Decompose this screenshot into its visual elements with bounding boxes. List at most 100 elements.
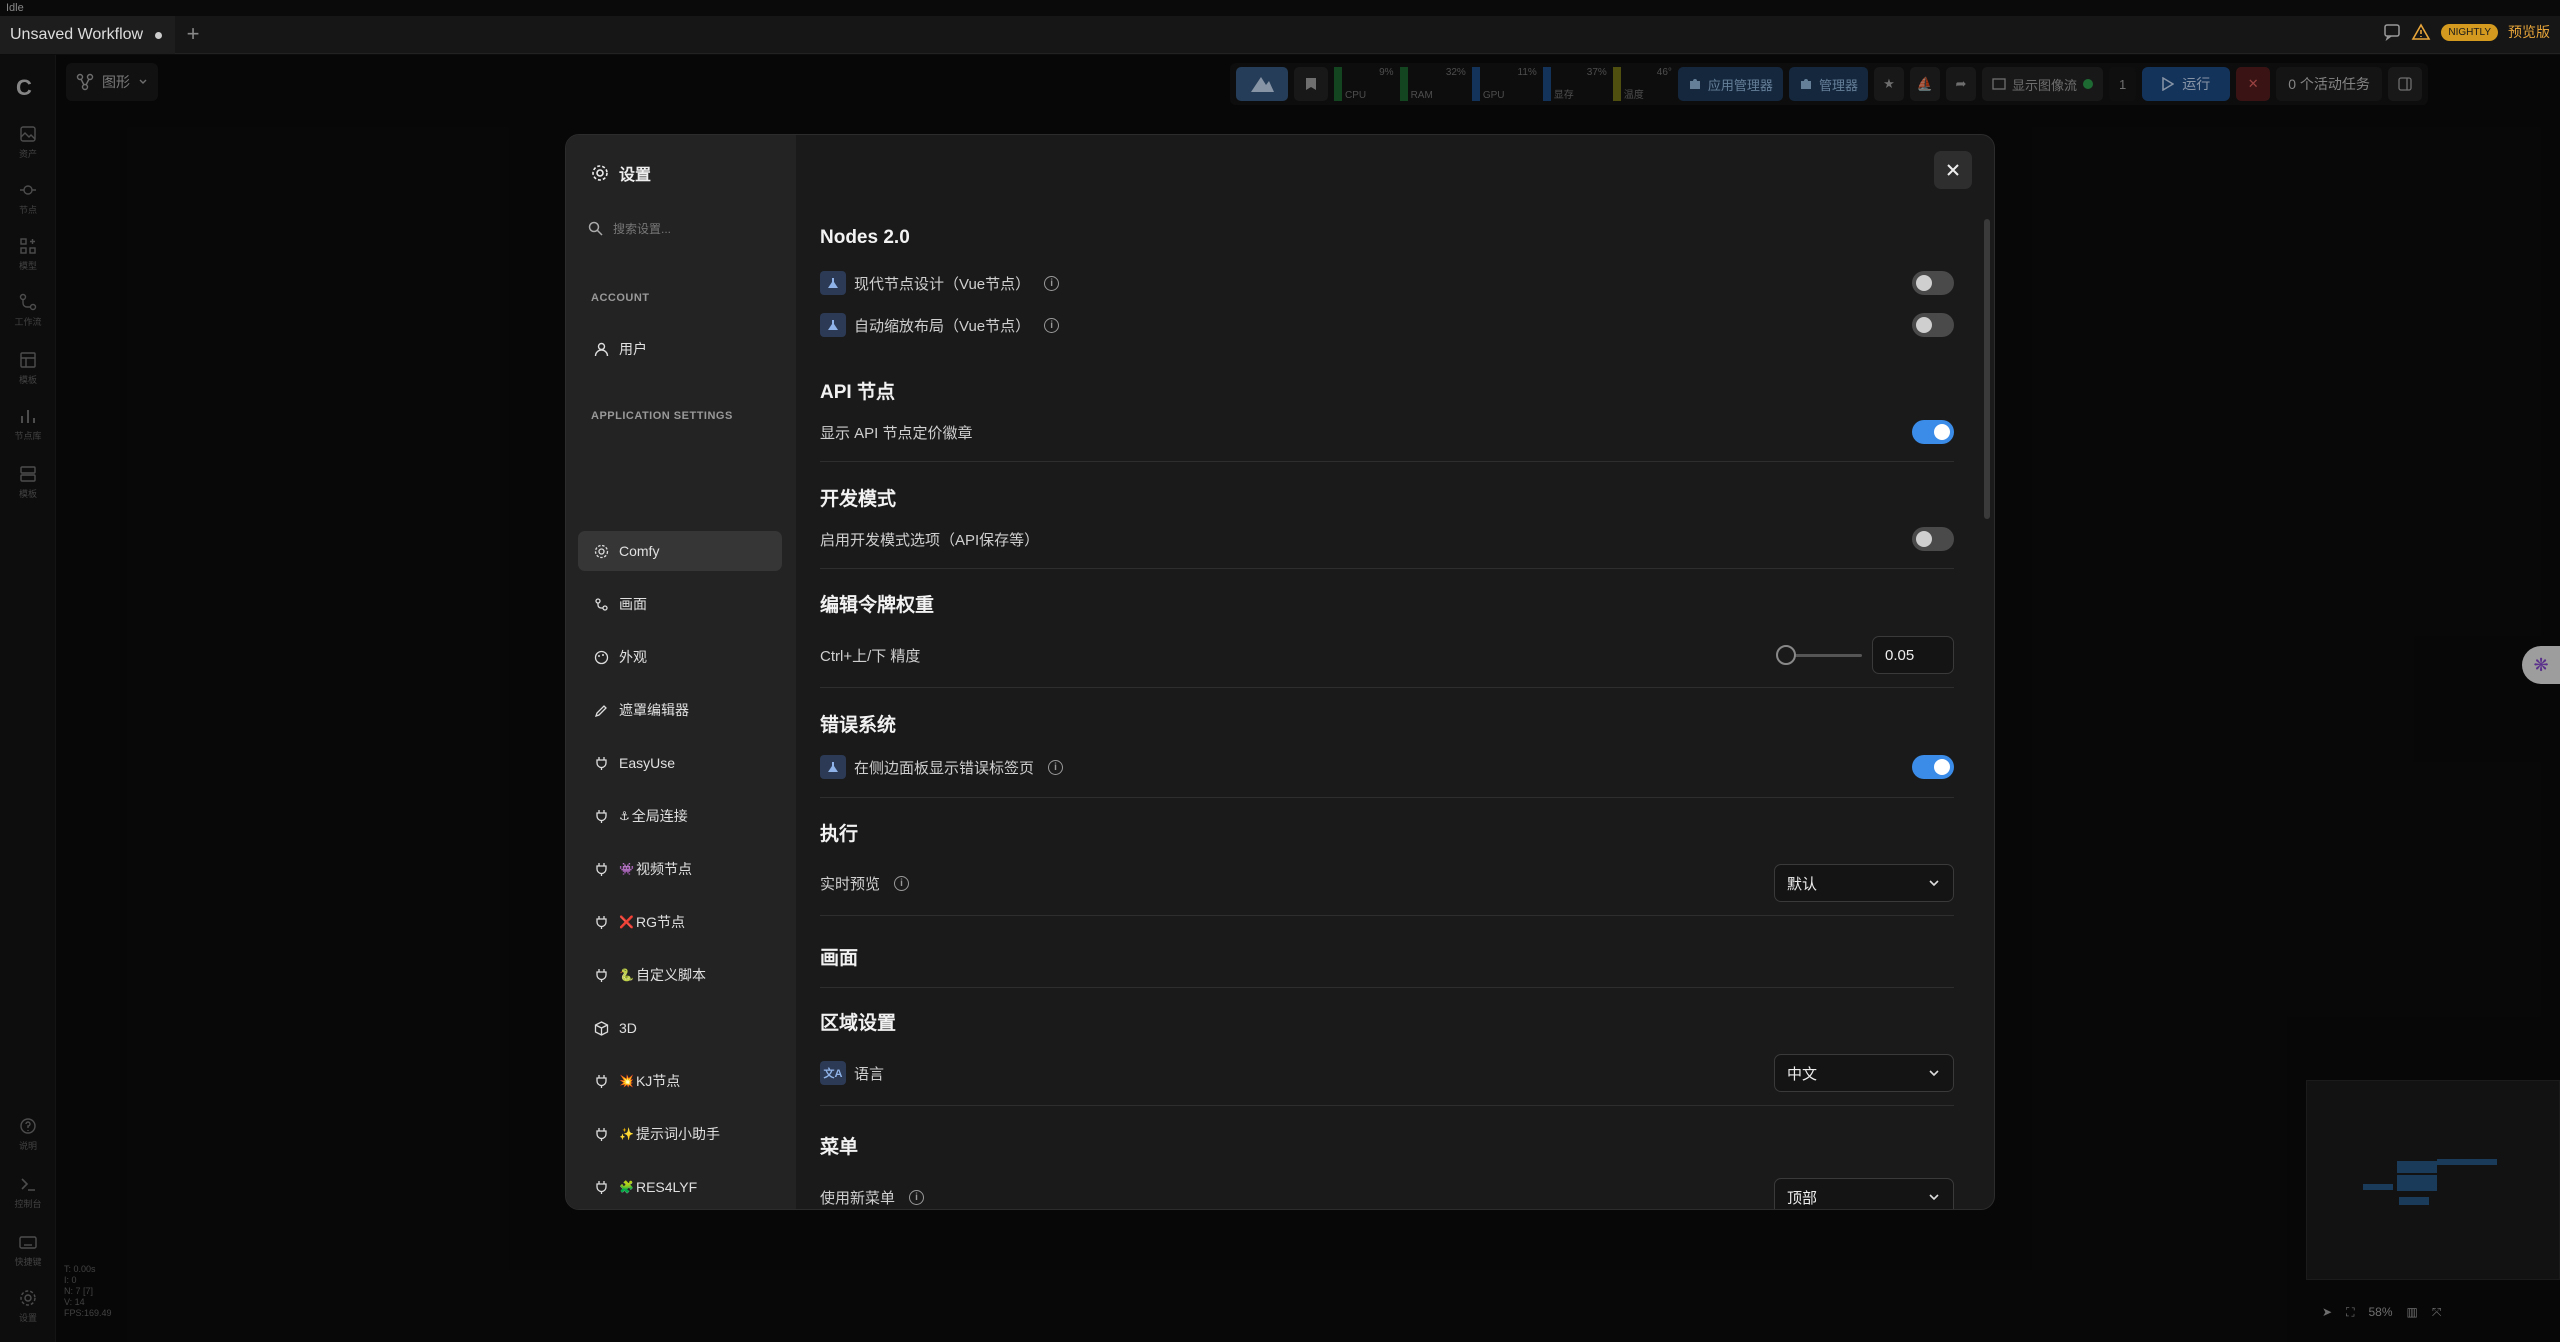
settings-nav-label: Comfy [619, 543, 660, 559]
divider [820, 915, 1954, 916]
settings-nav-item[interactable]: Comfy [578, 531, 782, 571]
settings-content: Nodes 2.0 现代节点设计（Vue节点） i 自动缩放布局（Vue节点） … [796, 135, 1994, 1209]
setting-label: 实时预览 [820, 875, 881, 893]
precision-slider[interactable] [1776, 645, 1862, 665]
settings-nav-item[interactable]: 🐍 自定义脚本 [578, 955, 782, 995]
settings-nav-item[interactable]: 👾 视频节点 [578, 849, 782, 889]
error-tab-toggle[interactable] [1912, 755, 1954, 779]
setting-label: 在侧边面板显示错误标签页 [854, 759, 1035, 777]
close-icon [1947, 164, 1959, 176]
nav-emoji-icon: ✨ [619, 1127, 634, 1141]
divider [820, 1105, 1954, 1106]
gear-icon [592, 165, 608, 181]
autoscale-layout-toggle[interactable] [1912, 313, 1954, 337]
warning-icon[interactable] [2411, 23, 2431, 41]
settings-nav-item[interactable]: 外观 [578, 637, 782, 677]
live-preview-select[interactable]: 默认 [1774, 864, 1954, 902]
chevron-down-icon [1929, 880, 1939, 887]
settings-nav-label: 外观 [619, 649, 647, 665]
setting-new-menu: 使用新菜单 i 顶部 [820, 1178, 1954, 1209]
setting-label: 现代节点设计（Vue节点） [854, 275, 1031, 293]
flask-icon [820, 755, 846, 779]
nav-emoji-icon: 👾 [619, 862, 634, 876]
workflow-tab[interactable]: Unsaved Workflow [0, 16, 175, 54]
modern-nodes-toggle[interactable] [1912, 271, 1954, 295]
language-select[interactable]: 中文 [1774, 1054, 1954, 1092]
info-icon[interactable]: i [894, 875, 910, 891]
plug-icon [596, 1180, 607, 1194]
info-icon[interactable]: i [1048, 759, 1064, 775]
nav-emoji-icon: 🐍 [619, 968, 634, 982]
workflow-tab-label: Unsaved Workflow [10, 26, 144, 43]
setting-autoscale-layout: 自动缩放布局（Vue节点） i [820, 309, 1954, 341]
divider [820, 568, 1954, 569]
chevron-down-icon [1929, 1070, 1939, 1077]
settings-search-input[interactable]: 搜索设置... [588, 213, 778, 243]
precision-input[interactable]: 0.05 [1872, 636, 1954, 674]
settings-nav-label: RES4LYF [635, 1179, 698, 1195]
settings-nav-label: 自定义脚本 [635, 967, 706, 983]
toggle-knob [1934, 424, 1950, 440]
nightly-badge: NIGHTLY [2441, 23, 2498, 41]
search-placeholder: 搜索设置... [613, 221, 672, 236]
translate-icon: 文A [820, 1061, 846, 1085]
settings-scrollbar[interactable] [1984, 219, 1990, 519]
settings-nav-item[interactable]: 3D [578, 1008, 782, 1048]
setting-modern-nodes: 现代节点设计（Vue节点） i [820, 267, 1954, 299]
account-section-heading: ACCOUNT [591, 292, 650, 304]
settings-nav-item[interactable]: ⚓ 全局连接 [578, 796, 782, 836]
plug-icon [596, 1127, 607, 1141]
flask-icon [820, 271, 846, 295]
new-tab-button[interactable]: + [180, 22, 206, 48]
section-nodes2-title: Nodes 2.0 [820, 227, 910, 248]
settings-nav-item[interactable]: ✨ 提示词小助手 [578, 1114, 782, 1154]
top-right-area: NIGHTLY 预览版 [2383, 22, 2550, 42]
info-icon[interactable]: i [909, 1189, 925, 1205]
settings-nav-item[interactable]: EasyUse [578, 743, 782, 783]
canvas-icon [595, 597, 608, 611]
settings-nav-item[interactable]: 遮罩编辑器 [578, 690, 782, 730]
settings-nav-label: 用户 [619, 341, 647, 357]
settings-nav-label: 视频节点 [635, 861, 692, 877]
settings-nav-label: KJ节点 [635, 1073, 681, 1089]
settings-title: 设置 [591, 161, 651, 185]
setting-label: 语言 [854, 1065, 885, 1083]
select-value: 中文 [1787, 1065, 1818, 1083]
nav-emoji-icon: ❌ [619, 915, 634, 929]
settings-nav-item[interactable]: 🧩 RES4LYF [578, 1167, 782, 1207]
plug-icon [596, 809, 607, 823]
precision-value: 0.05 [1885, 646, 1915, 664]
slider-thumb[interactable] [1776, 645, 1796, 665]
section-menu-title: 菜单 [820, 1137, 859, 1158]
api-pricing-badge-toggle[interactable] [1912, 420, 1954, 444]
settings-nav-label: 提示词小助手 [635, 1126, 720, 1142]
nav-emoji-icon: 💥 [619, 1074, 634, 1088]
section-dev-title: 开发模式 [820, 489, 897, 510]
plug-icon [596, 1074, 607, 1088]
settings-nav-label: EasyUse [619, 755, 676, 771]
settings-nav-label: 全局连接 [631, 808, 688, 824]
section-token-title: 编辑令牌权重 [820, 595, 935, 616]
dev-mode-toggle[interactable] [1912, 527, 1954, 551]
preview-label: 预览版 [2508, 24, 2550, 40]
plug-icon [596, 915, 607, 929]
section-locale-title: 区域设置 [820, 1013, 897, 1034]
settings-nav-item[interactable]: 💥 KJ节点 [578, 1061, 782, 1101]
plug-icon [596, 862, 607, 876]
toggle-knob [1916, 275, 1932, 291]
info-icon[interactable]: i [1044, 275, 1060, 291]
section-exec-title: 执行 [820, 824, 859, 845]
info-icon[interactable]: i [1044, 317, 1060, 333]
user-icon [594, 342, 609, 356]
cube-icon [594, 1020, 609, 1036]
settings-nav-item[interactable]: ❌ RG节点 [578, 902, 782, 942]
close-settings-button[interactable] [1934, 151, 1972, 189]
toggle-knob [1916, 531, 1932, 547]
chevron-down-icon [1929, 1194, 1939, 1201]
settings-nav-user[interactable]: 用户 [578, 329, 782, 369]
divider [820, 797, 1954, 798]
feedback-icon[interactable] [2383, 23, 2401, 41]
settings-nav-item[interactable]: 画面 [578, 584, 782, 624]
new-menu-select[interactable]: 顶部 [1774, 1178, 1954, 1209]
plug-icon [596, 968, 607, 982]
